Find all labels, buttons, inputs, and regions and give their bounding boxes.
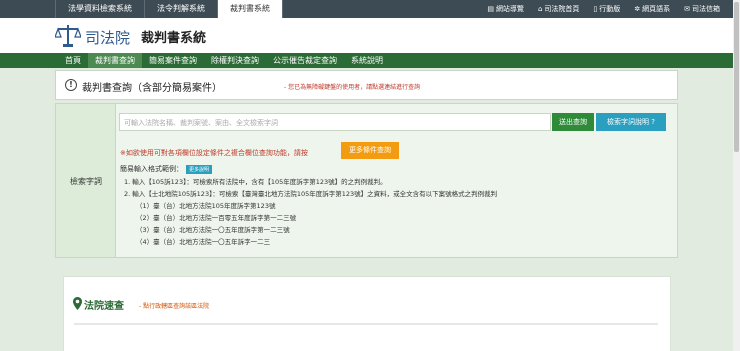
link-home-label: 司法院首頁: [544, 5, 580, 13]
link-sitemap[interactable]: ▤ 網站導覽: [480, 4, 531, 14]
nav-home[interactable]: 首頁: [58, 53, 88, 68]
nav-judgment-search[interactable]: 裁判書查詢: [88, 53, 142, 68]
link-mobile[interactable]: ▯ 行動版: [586, 4, 627, 14]
link-mail[interactable]: ✉ 司法信箱: [677, 4, 727, 14]
sitemap-icon: ▤: [487, 5, 494, 13]
link-mobile-label: 行動版: [599, 5, 621, 13]
more-help-badge[interactable]: 更多說明: [186, 164, 213, 174]
section-title-bar: ! 裁判書查詢（含部分簡易案件） - 您已為無障礙鍵盤的使用者，請點選連結進行查…: [55, 70, 678, 100]
top-bar: 法學資料檢索系統 法令判解系統 裁判書系統 ▤ 網站導覽 ⌂ 司法院首頁 ▯ 行動版 …: [0, 0, 733, 18]
example-line-4: （2）臺（台）北地方法院一百零五年度訴字第一二三號: [136, 214, 297, 222]
court-lookup-subtitle: - 點行政轄區查詢該區法院: [139, 303, 210, 310]
court-lookup-panel: 法院速查 - 點行政轄區查詢該區法院: [63, 276, 671, 351]
map-pin-icon: [73, 297, 82, 310]
tab-regulations[interactable]: 法令判解系統: [145, 0, 218, 18]
nav-exclusion[interactable]: 除權判決查詢: [204, 53, 266, 68]
search-label-column: 檢索字詞: [56, 104, 116, 257]
main-nav: 首頁 裁判書查詢 簡易案件查詢 除權判決查詢 公示催告裁定查詢 系統說明: [0, 53, 733, 68]
nav-simple-case[interactable]: 簡易案件查詢: [142, 53, 204, 68]
site-header: 司法院 裁判書系統: [0, 18, 733, 53]
search-input[interactable]: 可輸入法院名稱、裁判案號、案由、全文檢索字詞: [119, 113, 551, 131]
section-title: 裁判書查詢（含部分簡易案件）: [82, 83, 222, 94]
top-tabs: 法學資料檢索系統 法令判解系統 裁判書系統: [55, 0, 283, 18]
nav-system-help[interactable]: 系統說明: [344, 53, 390, 68]
example-line-1: 1. 輸入【105訴123】：可檢索所有法院中，含有【105年度訴字第123號】…: [124, 178, 387, 186]
link-language[interactable]: ✲ 網頁語系: [627, 4, 677, 14]
example-line-3: （1）臺（台）北地方法院105年度訴字第123號: [136, 202, 276, 210]
link-mail-label: 司法信箱: [692, 5, 720, 13]
search-label: 檢索字詞: [70, 177, 102, 186]
tab-law-search[interactable]: 法學資料檢索系統: [55, 0, 145, 18]
more-conditions-button[interactable]: 更多條件查詢: [341, 142, 399, 159]
search-help-button[interactable]: 檢索字詞說明 ?: [596, 113, 666, 131]
info-icon: !: [65, 79, 77, 91]
tab-judgments[interactable]: 裁判書系統: [218, 0, 283, 18]
advanced-search-note: ※如欲使用可對各項欄位設定條件之複合欄位查詢功能，請按: [120, 149, 308, 157]
gear-icon: ✲: [634, 5, 641, 13]
page-scrollbar[interactable]: [733, 0, 740, 351]
panel-divider: [74, 323, 658, 325]
court-lookup-title: 法院速查: [84, 301, 124, 312]
link-sitemap-label: 網站導覽: [495, 5, 524, 13]
top-links: ▤ 網站導覽 ⌂ 司法院首頁 ▯ 行動版 ✲ 網頁語系 ✉ 司法信箱: [480, 0, 727, 18]
mobile-icon: ▯: [593, 5, 598, 13]
system-name[interactable]: 裁判書系統: [141, 27, 206, 46]
link-home[interactable]: ⌂ 司法院首頁: [531, 4, 586, 14]
format-example-heading: 簡易輸入格式範例： 更多說明: [120, 164, 213, 174]
format-label: 簡易輸入格式範例：: [120, 165, 183, 173]
example-line-2: 2. 輸入【士北地院105訴123】：可檢索【臺灣臺北地方法院105年度訴字第1…: [124, 190, 498, 198]
home-icon: ⌂: [537, 5, 543, 13]
mail-icon: ✉: [684, 5, 690, 13]
example-line-6: （4）臺（台）北地方法院一〇五年訴字一二三: [136, 238, 271, 246]
example-line-5: （3）臺（台）北地方法院一〇五年度訴字第一二三號: [136, 226, 290, 234]
scales-logo-icon[interactable]: [55, 22, 81, 48]
accessibility-note[interactable]: - 您已為無障礙鍵盤的使用者，請點選連結進行查詢: [284, 82, 420, 91]
nav-public-notice[interactable]: 公示催告裁定查詢: [266, 53, 344, 68]
search-form: 檢索字詞 可輸入法院名稱、裁判案號、案由、全文檢索字詞 送出查詢 檢索字詞說明 …: [55, 103, 678, 258]
submit-search-button[interactable]: 送出查詢: [552, 113, 594, 131]
org-name[interactable]: 司法院: [85, 27, 130, 48]
scrollbar-thumb[interactable]: [734, 2, 739, 152]
link-language-label: 網頁語系: [642, 5, 671, 13]
